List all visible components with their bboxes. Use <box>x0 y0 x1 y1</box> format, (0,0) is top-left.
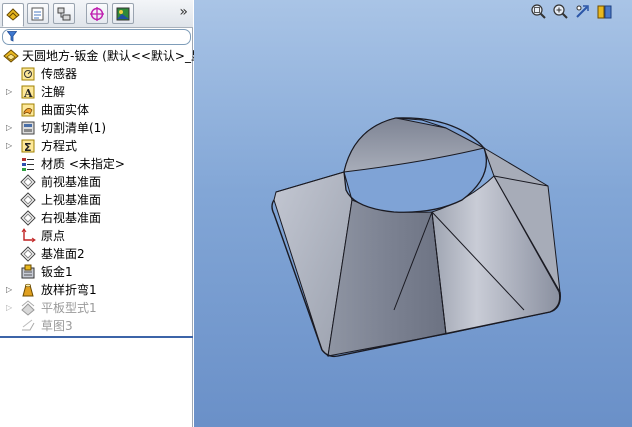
property-manager-icon <box>31 7 44 21</box>
material-icon <box>22 158 34 171</box>
feature-manager-icon <box>6 8 20 21</box>
tree-item-top-plane[interactable]: 上视基准面 <box>0 191 193 209</box>
filter-icon <box>7 31 17 42</box>
surface-body-icon <box>21 103 35 117</box>
tree-item-flat-pattern[interactable]: ▷ 平板型式1 <box>0 299 193 317</box>
tree-item-label: 原点 <box>41 229 66 243</box>
tree-item-sketch3[interactable]: 草图3 <box>0 317 193 335</box>
configuration-manager-tab[interactable] <box>53 3 75 24</box>
display-manager-icon <box>116 7 130 21</box>
tree-item-plane2[interactable]: 基准面2 <box>0 245 193 263</box>
tree-filter-input[interactable] <box>2 29 191 45</box>
tree-item-right-plane[interactable]: 右视基准面 <box>0 209 193 227</box>
feature-manager-panel: » 天圆地方-钣金 (默认<<默认>_显 传感器 ▷ A 注解 曲面实体 ▷ 切… <box>0 0 203 427</box>
tree-root-part[interactable]: 天圆地方-钣金 (默认<<默认>_显 <box>0 47 203 65</box>
feature-manager-tab[interactable] <box>2 3 24 27</box>
configuration-manager-icon <box>57 7 71 21</box>
expand-arrow-icon[interactable]: ▷ <box>6 281 14 299</box>
tree-item-label: 切割清单(1) <box>41 121 106 135</box>
dimxpert-tab[interactable] <box>86 3 108 24</box>
part-icon <box>3 49 19 63</box>
cut-list-icon <box>21 121 35 135</box>
tree-item-sheet-metal[interactable]: 钣金1 <box>0 263 193 281</box>
tree-item-label: 上视基准面 <box>41 193 102 207</box>
tree-root-label: 天圆地方-钣金 (默认<<默认>_显 <box>22 49 203 63</box>
tree-item-front-plane[interactable]: 前视基准面 <box>0 173 193 191</box>
plane-icon <box>20 192 36 208</box>
tree-item-label: 注解 <box>41 85 66 99</box>
display-manager-tab[interactable] <box>112 3 134 24</box>
more-tabs-button[interactable]: » <box>179 4 188 20</box>
flat-pattern-icon <box>21 300 35 316</box>
tree-item-label: 材质 <未指定> <box>41 157 125 171</box>
tree-item-label: 基准面2 <box>41 247 85 261</box>
tree-item-label: 传感器 <box>41 67 78 81</box>
tree-item-annotations[interactable]: ▷ A 注解 <box>0 83 193 101</box>
tree-item-lofted-bend[interactable]: ▷ 放样折弯1 <box>0 281 193 299</box>
sheet-metal-model[interactable] <box>194 0 632 427</box>
panel-divider <box>0 336 193 338</box>
svg-text:A: A <box>23 87 33 100</box>
plane-icon <box>20 174 36 190</box>
tree-item-material[interactable]: 材质 <未指定> <box>0 155 193 173</box>
tree-item-label: 钣金1 <box>41 265 73 279</box>
tree-item-label: 方程式 <box>41 139 78 153</box>
tree-item-surface-bodies[interactable]: 曲面实体 <box>0 101 193 119</box>
annotation-icon: A <box>21 85 35 100</box>
dimxpert-icon <box>90 7 104 21</box>
tree-item-label: 平板型式1 <box>41 301 97 315</box>
svg-text:Σ: Σ <box>24 141 32 154</box>
property-manager-tab[interactable] <box>27 3 49 24</box>
lofted-bend-icon <box>22 283 34 297</box>
graphics-area[interactable] <box>194 0 632 427</box>
expand-arrow-icon[interactable]: ▷ <box>6 83 14 101</box>
tree-item-cut-list[interactable]: ▷ 切割清单(1) <box>0 119 193 137</box>
tree-item-equations[interactable]: ▷ Σ 方程式 <box>0 137 193 155</box>
expand-arrow-icon[interactable]: ▷ <box>6 137 14 155</box>
tree-item-label: 放样折弯1 <box>41 283 97 297</box>
origin-icon <box>21 228 36 243</box>
tree-item-label: 曲面实体 <box>41 103 90 117</box>
sheet-metal-icon <box>21 264 35 279</box>
plane-icon <box>20 210 36 226</box>
panel-tab-bar: » <box>0 0 193 28</box>
expand-arrow-icon[interactable]: ▷ <box>6 299 14 317</box>
tree-item-label: 草图3 <box>41 319 73 333</box>
tree-item-label: 前视基准面 <box>41 175 102 189</box>
sketch-icon <box>22 319 35 331</box>
tree-item-origin[interactable]: 原点 <box>0 227 193 245</box>
sensor-icon <box>21 67 35 81</box>
equations-icon: Σ <box>21 139 35 154</box>
tree-item-sensors[interactable]: 传感器 <box>0 65 193 83</box>
plane-icon <box>20 246 36 262</box>
tree-item-label: 右视基准面 <box>41 211 102 225</box>
expand-arrow-icon[interactable]: ▷ <box>6 119 14 137</box>
